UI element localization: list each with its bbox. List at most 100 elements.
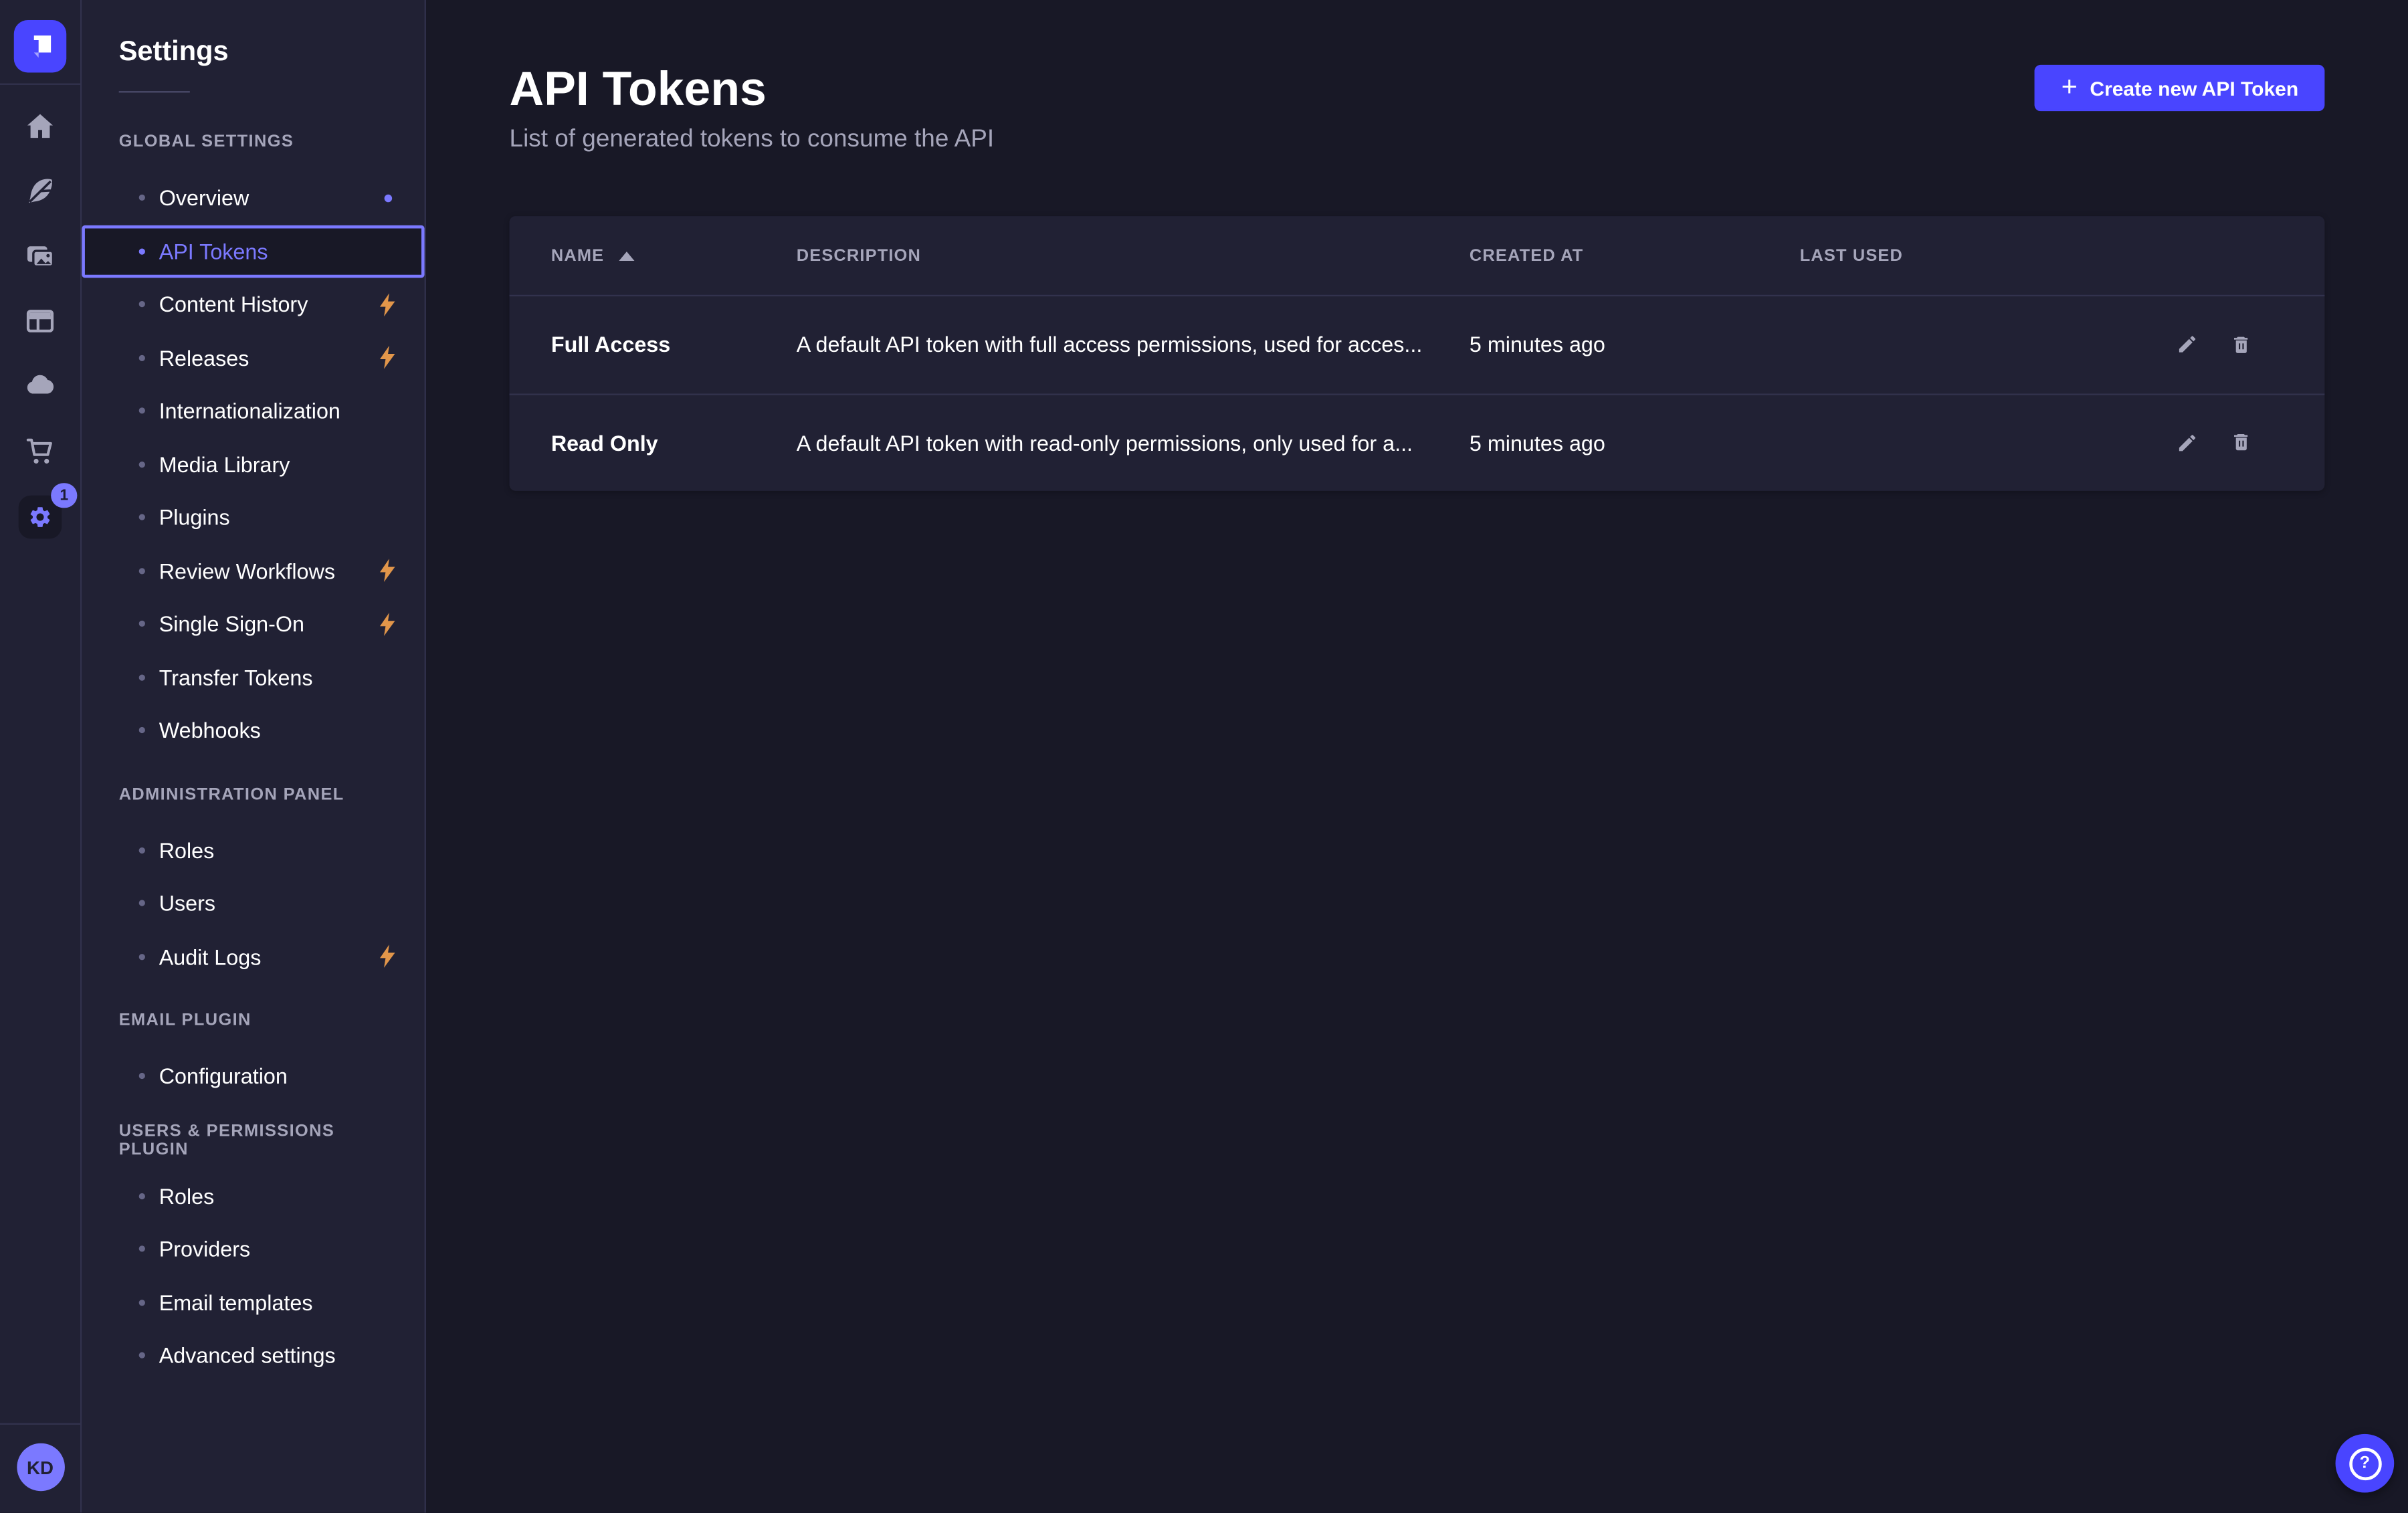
table-row[interactable]: Read Only A default API token with read-… [510,393,2325,491]
subnav-item[interactable]: API Tokens [82,225,424,278]
subnav-item[interactable]: Plugins [82,491,424,544]
bullet-icon [139,954,145,960]
token-name: Read Only [551,430,797,455]
subnav-item[interactable]: Content History [82,278,424,331]
edit-pencil-icon[interactable] [2175,431,2199,454]
feather-pen-icon[interactable] [23,175,58,209]
subnav-item-label: Audit Logs [159,944,262,969]
bullet-icon [139,568,145,574]
media-library-icon[interactable] [23,239,58,274]
home-icon[interactable] [23,110,58,144]
subnav-item[interactable]: Email templates [82,1276,424,1329]
strapi-logo-icon[interactable] [14,20,66,72]
create-api-token-label: Create new API Token [2090,76,2298,100]
bullet-icon [139,1300,145,1306]
token-created-at: 5 minutes ago [1470,332,1800,357]
subnav-item[interactable]: Internationalization [82,385,424,438]
notification-dot [385,194,393,202]
edit-pencil-icon[interactable] [2175,333,2199,357]
strapi-logo-glyph [14,20,66,72]
subnav-item[interactable]: Media Library [82,437,424,491]
subnav-item-label: Advanced settings [159,1343,336,1368]
shopping-cart-icon[interactable] [23,433,58,468]
column-header-created-at: CREATED AT [1470,246,1800,265]
delete-trash-icon[interactable] [2229,333,2252,357]
subnav-item-label: Media Library [159,452,290,477]
bullet-icon [139,674,145,680]
page-subtitle: List of generated tokens to consume the … [510,124,2325,158]
subnav-sections: GLOBAL SETTINGS Overview API Tokens Cont… [82,92,424,1382]
subnav-item[interactable]: Single Sign-On [82,597,424,651]
subnav-list: Roles Users Audit Logs [82,823,424,983]
lightning-icon [378,945,397,969]
token-description: A default API token with full access per… [797,332,1470,357]
subnav-item[interactable]: Overview [82,171,424,225]
main-content: API Tokens List of generated tokens to c… [426,0,2408,1513]
subnav-item-label: Providers [159,1237,250,1262]
bullet-icon [139,514,145,520]
subnav-item-label: Roles [159,838,215,863]
subnav-section: EMAIL PLUGIN Configuration [82,1005,424,1103]
user-avatar[interactable]: KD [16,1443,64,1492]
token-created-at: 5 minutes ago [1470,430,1800,455]
subnav-section: ADMINISTRATION PANEL Roles Users Audit L… [82,779,424,983]
column-header-name[interactable]: NAME [551,246,797,265]
column-header-last-used: LAST USED [1800,246,2115,265]
subnav-item[interactable]: Providers [82,1223,424,1276]
bullet-icon [139,1073,145,1079]
settings-notification-badge: 1 [51,483,77,508]
subnav-item-label: Content History [159,292,308,317]
subnav-item-label: API Tokens [159,239,268,264]
subnav-item[interactable]: Webhooks [82,704,424,757]
bullet-icon [139,900,145,906]
layout-window-icon[interactable] [23,304,58,338]
bullet-icon [139,302,145,308]
subnav-item-label: Transfer Tokens [159,665,313,690]
bullet-icon [139,355,145,361]
main-nav-rail: 1 KD [0,0,82,1513]
api-tokens-table: NAME DESCRIPTION CREATED AT LAST USED Fu… [510,216,2325,491]
delete-trash-icon[interactable] [2229,431,2252,454]
subnav-item[interactable]: Roles [82,823,424,877]
subnav-item[interactable]: Audit Logs [82,930,424,983]
help-button[interactable]: ? [2336,1434,2395,1493]
subnav-item-label: Users [159,891,215,916]
column-header-description: DESCRIPTION [797,246,1470,265]
bullet-icon [139,621,145,627]
subnav-item[interactable]: Transfer Tokens [82,651,424,704]
bullet-icon [139,1193,145,1199]
subnav-list: Roles Providers Email templates Advanced… [82,1169,424,1382]
subnav-item[interactable]: Advanced settings [82,1329,424,1383]
rail-icons [23,110,58,468]
cloud-icon[interactable] [23,369,58,403]
subnav-item[interactable]: Roles [82,1169,424,1223]
sort-asc-icon [619,251,635,260]
subnav-section-label: ADMINISTRATION PANEL [119,779,388,809]
token-name: Full Access [551,332,797,357]
subnav-section: USERS & PERMISSIONS PLUGIN Roles Provide… [82,1124,424,1382]
lightning-icon [378,293,397,316]
subnav-title: Settings [119,32,425,69]
bullet-icon [139,195,145,201]
subnav-section-label: EMAIL PLUGIN [119,1005,388,1035]
subnav-section-label: GLOBAL SETTINGS [119,126,388,157]
subnav-item[interactable]: Configuration [82,1049,424,1103]
question-mark-icon: ? [2348,1447,2381,1479]
subnav-item[interactable]: Releases [82,331,424,385]
lightning-icon [378,346,397,370]
subnav-section-label: USERS & PERMISSIONS PLUGIN [119,1124,388,1155]
bullet-icon [139,847,145,853]
subnav-item-label: Review Workflows [159,559,335,583]
rail-divider [0,84,80,85]
plus-icon: + [2062,72,2078,100]
rail-divider [0,1423,80,1425]
settings-gear-icon[interactable]: 1 [19,496,62,539]
subnav-item[interactable]: Review Workflows [82,544,424,597]
bullet-icon [139,461,145,467]
subnav-item[interactable]: Users [82,877,424,930]
settings-subnav: Settings GLOBAL SETTINGS Overview API To… [82,0,426,1513]
create-api-token-button[interactable]: + Create new API Token [2035,65,2324,111]
subnav-item-label: Webhooks [159,718,261,743]
subnav-section: GLOBAL SETTINGS Overview API Tokens Cont… [82,126,424,757]
table-row[interactable]: Full Access A default API token with ful… [510,295,2325,393]
